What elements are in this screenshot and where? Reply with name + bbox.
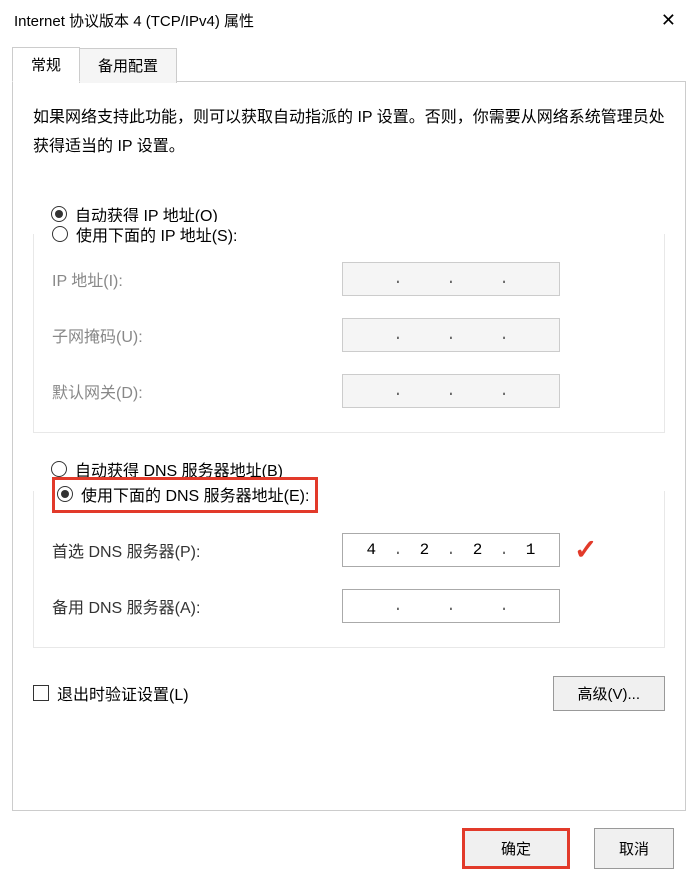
field-subnet: 子网掩码(U): ... [52,318,646,352]
ip-octet: 2 [405,541,443,559]
advanced-button[interactable]: 高级(V)... [553,676,666,711]
preferred-dns-label: 首选 DNS 服务器(P): [52,538,342,562]
description-text: 如果网络支持此功能，则可以获取自动指派的 IP 设置。否则，你需要从网络系统管理… [33,104,665,162]
ip-address-input: ... [342,262,560,296]
dns-group: 使用下面的 DNS 服务器地址(E): 首选 DNS 服务器(P): 4. 2.… [33,491,665,648]
field-alternate-dns: 备用 DNS 服务器(A): . . . [52,589,646,623]
subnet-input: ... [342,318,560,352]
alternate-dns-label: 备用 DNS 服务器(A): [52,594,342,618]
gateway-label: 默认网关(D): [52,379,342,403]
subnet-label: 子网掩码(U): [52,323,342,347]
radio-manual-ip-label: 使用下面的 IP 地址(S): [76,222,238,246]
radio-manual-dns-label: 使用下面的 DNS 服务器地址(E): [81,482,309,506]
window-title: Internet 协议版本 4 (TCP/IPv4) 属性 [14,10,254,31]
ip-octet: 1 [512,541,550,559]
alternate-dns-input[interactable]: . . . [342,589,560,623]
close-icon[interactable]: ✕ [653,8,684,33]
ip-address-label: IP 地址(I): [52,267,342,291]
ip-octet: 4 [352,541,390,559]
ip-group: 使用下面的 IP 地址(S): IP 地址(I): ... 子网掩码(U): .… [33,234,665,433]
tab-alternate[interactable]: 备用配置 [79,48,177,83]
cancel-button[interactable]: 取消 [594,828,674,869]
radio-icon [51,461,67,477]
checkmark-annotation-icon: ✓ [574,533,597,566]
titlebar: Internet 协议版本 4 (TCP/IPv4) 属性 ✕ [0,0,698,39]
ip-group-wrapper: 自动获得 IP 地址(O) 使用下面的 IP 地址(S): IP 地址(I): … [33,202,665,433]
field-preferred-dns: 首选 DNS 服务器(P): 4. 2. 2. 1 ✓ [52,533,646,567]
radio-icon [51,206,67,222]
panel-general: 如果网络支持此功能，则可以获取自动指派的 IP 设置。否则，你需要从网络系统管理… [12,81,686,811]
radio-icon [57,486,73,502]
radio-manual-ip[interactable]: 使用下面的 IP 地址(S): [52,222,246,246]
ok-button[interactable]: 确定 [462,828,570,869]
dns-group-wrapper: 自动获得 DNS 服务器地址(B) 使用下面的 DNS 服务器地址(E): 首选… [33,457,665,648]
gateway-input: ... [342,374,560,408]
footer-buttons: 确定 取消 [0,828,698,883]
ip-octet: 2 [459,541,497,559]
checkbox-icon [33,685,49,701]
field-ip-address: IP 地址(I): ... [52,262,646,296]
tabs: 常规 备用配置 [12,47,698,82]
radio-manual-dns[interactable]: 使用下面的 DNS 服务器地址(E): [57,482,309,506]
validate-checkbox-label: 退出时验证设置(L) [57,681,189,705]
tab-general[interactable]: 常规 [12,47,80,82]
highlight-annotation: 使用下面的 DNS 服务器地址(E): [52,477,318,513]
radio-icon [52,226,68,242]
bottom-row: 退出时验证设置(L) 高级(V)... [33,676,665,711]
preferred-dns-input[interactable]: 4. 2. 2. 1 [342,533,560,567]
validate-checkbox[interactable]: 退出时验证设置(L) [33,681,189,705]
field-gateway: 默认网关(D): ... [52,374,646,408]
